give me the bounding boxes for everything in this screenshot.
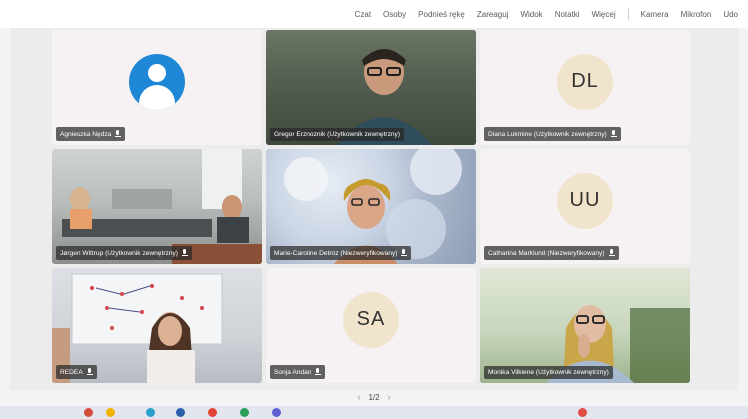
app-icon[interactable]: [84, 408, 93, 417]
react-button[interactable]: Zareaguj: [471, 10, 515, 19]
meeting-toolbar: Czat Osoby Podnieś rękę Zareaguj Widok N…: [0, 0, 748, 28]
taskbar: [0, 406, 748, 419]
app-icon[interactable]: [208, 408, 217, 417]
raise-hand-button[interactable]: Podnieś rękę: [412, 10, 471, 19]
avatar: UU: [557, 172, 613, 229]
participant-tile[interactable]: SA Sonja Andan: [266, 268, 476, 383]
participant-tile[interactable]: REDEA: [52, 268, 262, 383]
participant-tile[interactable]: Monika Vilkiene (Użytkownik zewnętrzny): [480, 268, 690, 383]
participant-name-tag: Gregor Erznoznik (Użytkownik zewnętrzny): [270, 128, 405, 141]
video-stage: Agnieszka Nędza Gregor Erznoznik (Użytko…: [10, 28, 738, 390]
more-button[interactable]: Więcej: [586, 10, 622, 19]
mic-off-icon: [610, 130, 617, 138]
participant-name: Catharina Marklund (Niezweryfikowany): [488, 249, 605, 257]
avatar: DL: [557, 53, 613, 110]
microphone-button[interactable]: Mikrofon: [675, 10, 718, 19]
participant-tile[interactable]: UU Catharina Marklund (Niezweryfikowany): [480, 149, 690, 264]
participant-name-tag: REDEA: [56, 365, 97, 379]
chevron-left-icon[interactable]: ‹: [357, 392, 360, 402]
participant-name: Diana Lukmine (Użytkownik zewnętrzny): [488, 130, 607, 138]
mic-off-icon: [115, 130, 122, 138]
avatar: [129, 53, 185, 110]
mic-off-icon: [181, 249, 188, 257]
mic-off-icon: [608, 249, 615, 257]
app-icon[interactable]: [106, 408, 115, 417]
app-icon[interactable]: [176, 408, 185, 417]
mic-off-icon: [315, 368, 322, 376]
participant-tile[interactable]: Gregor Erznoznik (Użytkownik zewnętrzny): [266, 30, 476, 145]
participant-name: REDEA: [60, 368, 83, 376]
chat-button[interactable]: Czat: [349, 10, 377, 19]
mic-off-icon: [86, 368, 93, 376]
share-button[interactable]: Udo: [717, 10, 744, 19]
participant-tile[interactable]: Marie-Caroline Detroz (Niezweryfikowany): [266, 149, 476, 264]
participant-tile[interactable]: Jørgen Wittrup (Użytkownik zewnętrzny): [52, 149, 262, 264]
participant-name-tag: Marie-Caroline Detroz (Niezweryfikowany): [270, 246, 412, 260]
view-button[interactable]: Widok: [514, 10, 548, 19]
participant-name-tag: Diana Lukmine (Użytkownik zewnętrzny): [484, 127, 621, 141]
app-icon[interactable]: [272, 408, 281, 417]
participant-name-tag: Catharina Marklund (Niezweryfikowany): [484, 246, 619, 260]
participant-name-tag: Sonja Andan: [270, 365, 326, 379]
people-button[interactable]: Osoby: [377, 10, 412, 19]
avatar: SA: [343, 291, 399, 348]
participant-name: Jørgen Wittrup (Użytkownik zewnętrzny): [60, 249, 178, 257]
mic-off-icon: [401, 249, 408, 257]
participant-name: Gregor Erznoznik (Użytkownik zewnętrzny): [274, 131, 401, 138]
participant-name-tag: Agnieszka Nędza: [56, 127, 126, 141]
participant-name: Sonja Andan: [274, 368, 312, 376]
app-icon[interactable]: [578, 408, 587, 417]
app-icon[interactable]: [146, 408, 155, 417]
person-icon: [148, 63, 166, 82]
participant-tile[interactable]: Agnieszka Nędza: [52, 30, 262, 145]
pagination: ‹ 1/2 ›: [0, 390, 748, 404]
toolbar-divider: [627, 8, 629, 20]
toolbar-items: Czat Osoby Podnieś rękę Zareaguj Widok N…: [349, 0, 744, 28]
participant-tile[interactable]: DL Diana Lukmine (Użytkownik zewnętrzny): [480, 30, 690, 145]
chevron-right-icon[interactable]: ›: [388, 392, 391, 402]
notes-button[interactable]: Notatki: [549, 10, 586, 19]
camera-button[interactable]: Kamera: [635, 10, 675, 19]
participant-name: Agnieszka Nędza: [60, 130, 112, 138]
participant-name: Monika Vilkiene (Użytkownik zewnętrzny): [488, 369, 609, 376]
participant-name-tag: Jørgen Wittrup (Użytkownik zewnętrzny): [56, 246, 192, 260]
app-icon[interactable]: [240, 408, 249, 417]
participant-name-tag: Monika Vilkiene (Użytkownik zewnętrzny): [484, 366, 613, 379]
page-indicator: 1/2: [368, 392, 380, 402]
participant-grid: Agnieszka Nędza Gregor Erznoznik (Użytko…: [52, 30, 690, 383]
participant-name: Marie-Caroline Detroz (Niezweryfikowany): [274, 249, 398, 257]
